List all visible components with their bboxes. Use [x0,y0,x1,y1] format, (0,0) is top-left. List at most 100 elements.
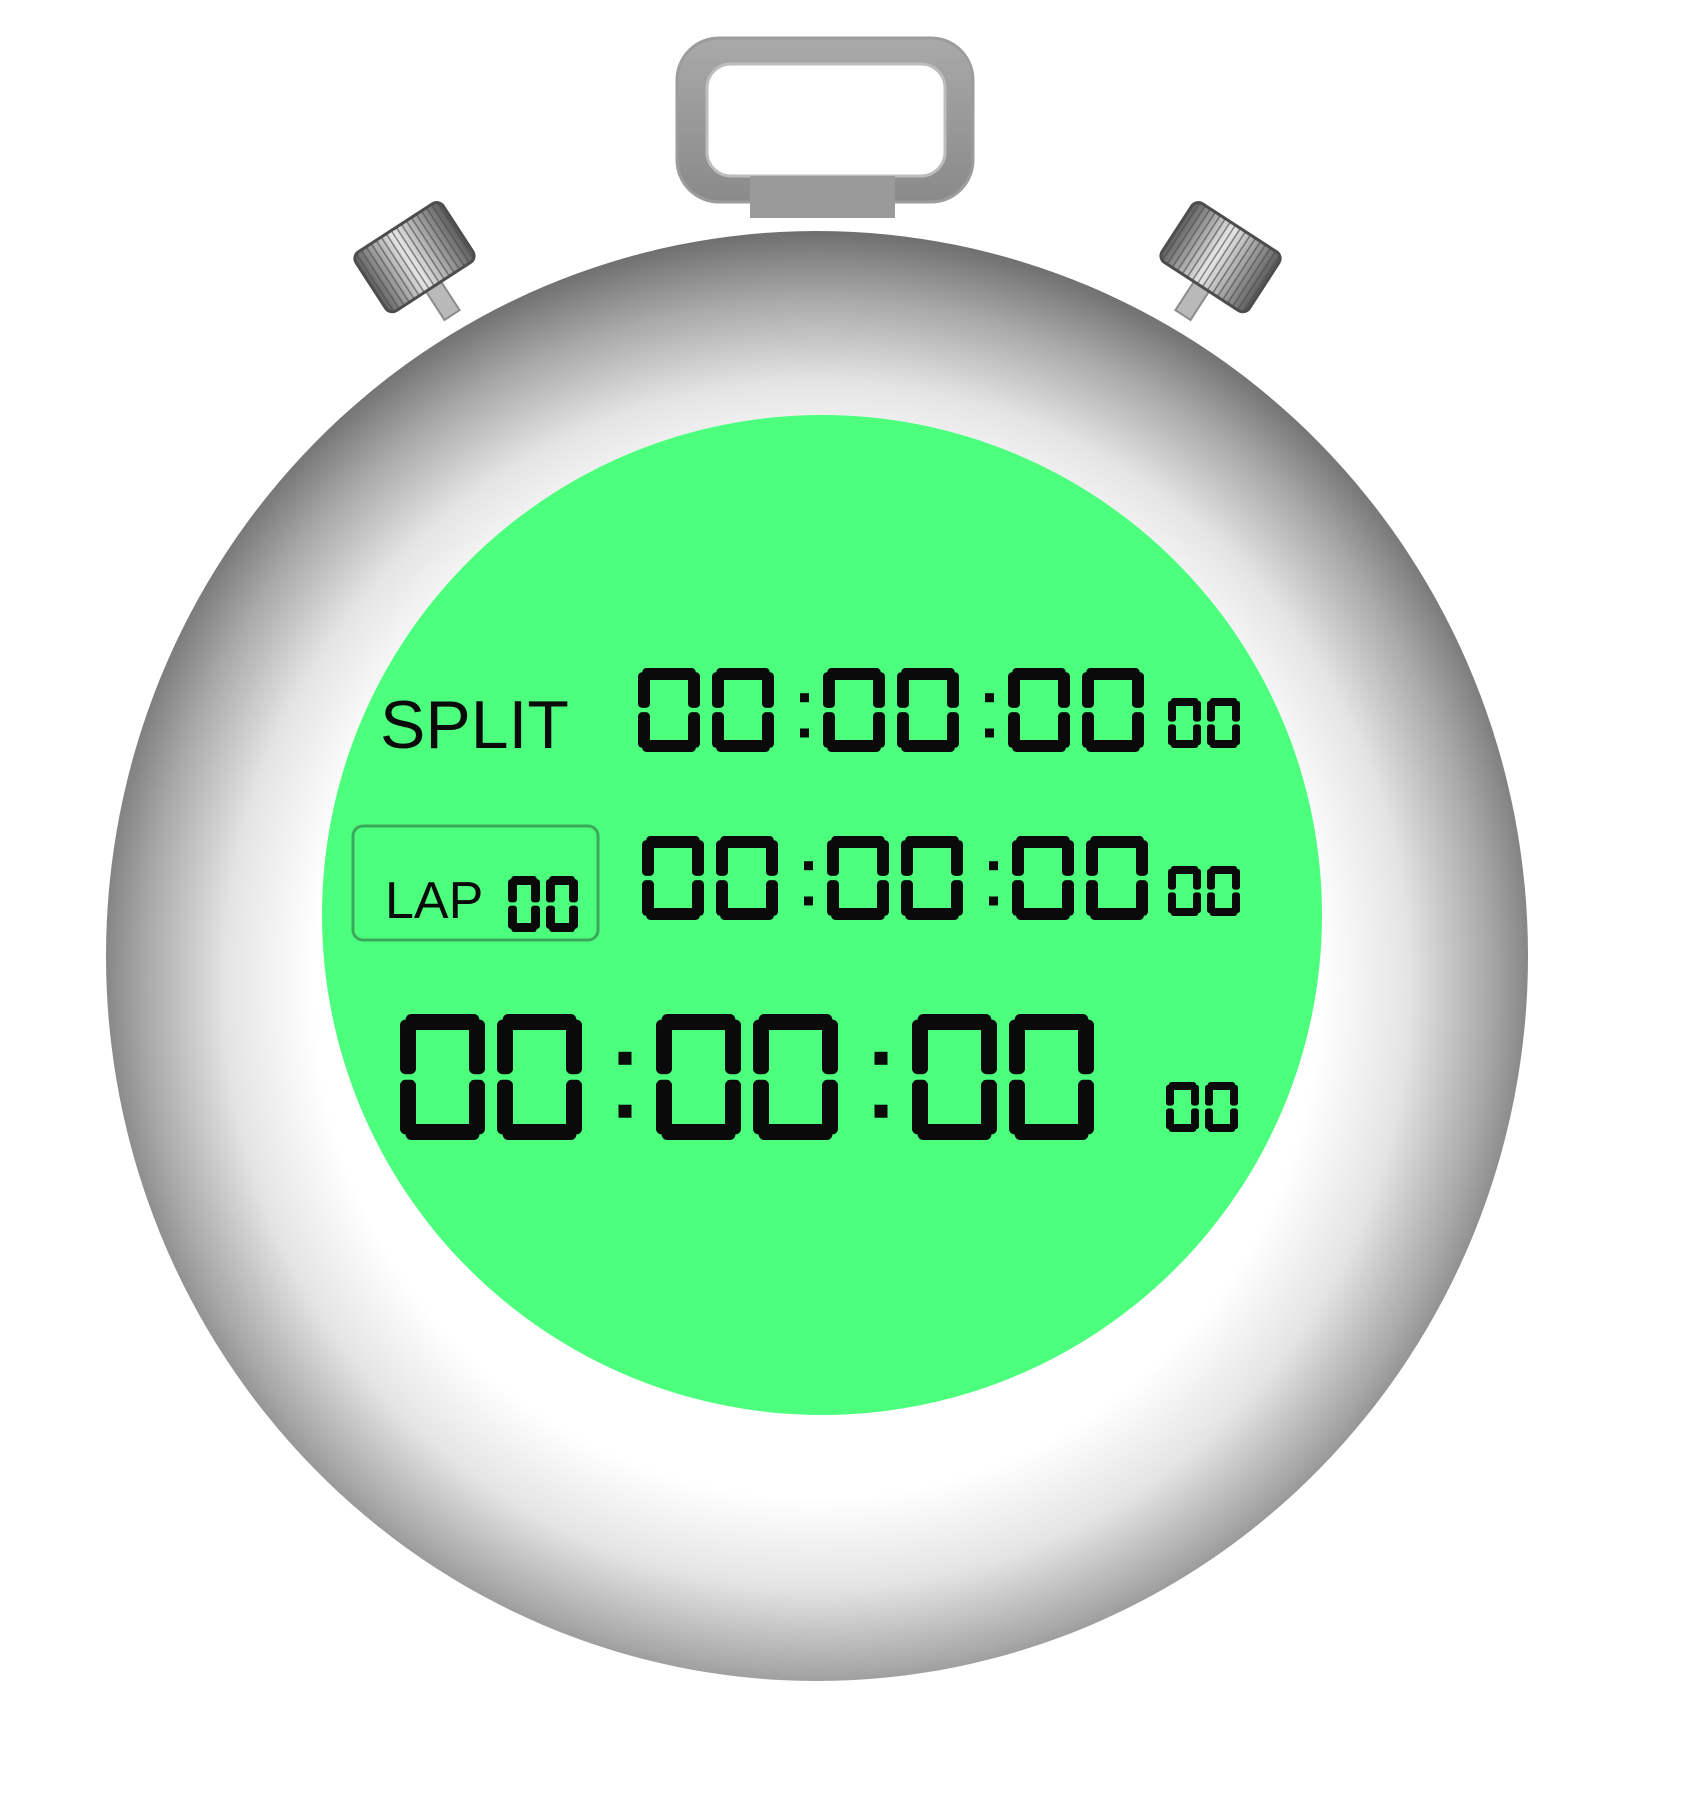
digit-segment [831,908,885,920]
digit-segment [1082,672,1094,708]
digit-segment [1191,1084,1199,1106]
digit-segment [758,1124,833,1140]
digit-segment [827,840,839,876]
digit-segment [1090,908,1144,920]
digit-segment [1058,672,1070,708]
stopwatch: SPLIT LAP [106,36,1528,1681]
digit-segment [901,880,913,916]
digit-segment [712,712,724,748]
digit-segment [1168,868,1176,890]
digit-segment [1166,1084,1174,1106]
digit-segment [642,668,696,680]
digit-segment [1086,668,1140,680]
digit-segment [766,840,778,876]
digit-segment [1207,868,1215,890]
digit-segment [917,1124,992,1140]
digit-segment [400,1019,416,1075]
digit-segment [1136,840,1148,876]
digit-segment [823,712,835,748]
digit-segment [1168,700,1176,722]
digit-segment [905,908,959,920]
digit-segment [569,879,578,903]
digit-segment [897,672,909,708]
digit-segment [877,840,889,876]
digit-segment [1012,668,1066,680]
digit-segment [1205,1084,1213,1106]
digit-segment [912,1019,928,1075]
lap-label: LAP [385,872,483,930]
digit-segment [762,672,774,708]
digit-segment [1008,712,1020,748]
digit-segment [901,668,955,680]
digit-segment [912,1079,928,1135]
digit-segment [1193,700,1201,722]
digit-segment [981,1019,997,1075]
digit-segment [656,1019,672,1075]
digit-segment [642,740,696,752]
digit-segment [897,712,909,748]
digit-segment [1014,1014,1089,1030]
digit-segment [1232,700,1240,722]
digit-segment [905,836,959,848]
digit-segment [566,1019,582,1075]
digit-segment [1009,1019,1025,1075]
digit-segment [642,840,654,876]
digit-segment [1014,1124,1089,1140]
digit-segment [497,1019,513,1075]
digit-segment [1193,868,1201,890]
digit-segment [1012,840,1024,876]
digit-segment [508,879,517,903]
digit-segment [725,1019,741,1075]
digit-segment [720,908,774,920]
digit-segment [901,840,913,876]
digit-segment [497,1079,513,1135]
digit-segment [1207,892,1215,914]
digit-segment [947,672,959,708]
digit-segment [1009,1079,1025,1135]
digit-segment [758,1014,833,1030]
digit-segment [901,740,955,752]
digit-segment [1016,908,1070,920]
digit-segment [823,672,835,708]
digit-segment [546,905,555,929]
digit-segment [1012,880,1024,916]
digit-segment [646,908,700,920]
digit-segment [720,836,774,848]
digit-segment [1016,836,1070,848]
digit-segment [638,712,650,748]
digit-segment [1166,1108,1174,1130]
digit-segment [405,1124,480,1140]
digit-segment [712,672,724,708]
digit-segment [1078,1019,1094,1075]
digit-segment [753,1079,769,1135]
digit-segment [661,1014,736,1030]
digit-segment [822,1019,838,1075]
digit-segment [716,880,728,916]
digit-segment [1062,840,1074,876]
digit-segment [502,1124,577,1140]
digit-segment [546,879,555,903]
digit-segment [917,1014,992,1030]
digit-segment [1082,712,1094,748]
digit-segment [951,840,963,876]
digit-segment [642,880,654,916]
digit-segment [827,668,881,680]
digit-segment [1008,672,1020,708]
digit-segment [1207,700,1215,722]
digit-segment [753,1019,769,1075]
split-label: SPLIT [380,687,569,763]
digit-segment [1168,892,1176,914]
digit-segment [692,840,704,876]
digit-segment [531,879,540,903]
stopwatch-loop-icon [675,36,975,218]
digit-segment [827,880,839,916]
digit-segment [716,840,728,876]
digit-segment [661,1124,736,1140]
digit-segment [1168,724,1176,746]
digit-segment [400,1079,416,1135]
digit-segment [508,905,517,929]
digit-segment [469,1019,485,1075]
digit-segment [827,740,881,752]
digit-segment [1086,740,1140,752]
digit-segment [502,1014,577,1030]
